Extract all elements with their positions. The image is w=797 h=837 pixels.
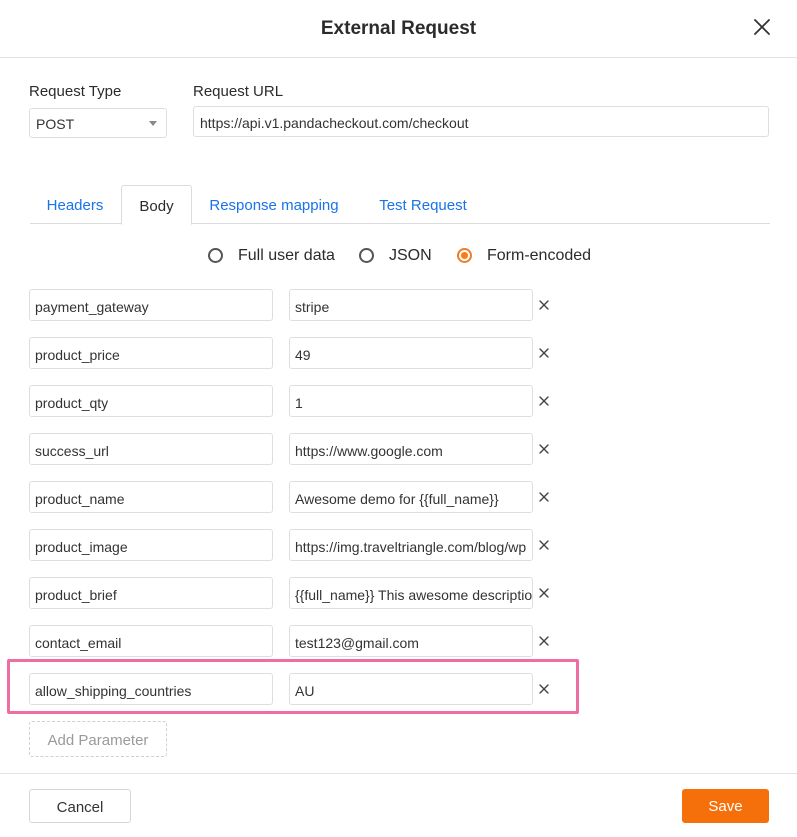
param-key-input[interactable]: allow_shipping_countries [29, 673, 273, 705]
dialog-footer: Cancel Save [0, 773, 797, 837]
request-url-label: Request URL [193, 83, 284, 100]
param-row: product_brief {{full_name}} This awesome… [0, 577, 797, 609]
remove-param-button[interactable] [537, 442, 551, 456]
param-row: product_name Awesome demo for {{full_nam… [0, 481, 797, 513]
remove-param-button[interactable] [537, 634, 551, 648]
request-type-value: POST [36, 116, 75, 132]
body-format-options: Full user data JSON Form-encoded [0, 246, 797, 268]
remove-param-button[interactable] [537, 394, 551, 408]
param-row: product_price 49 [0, 337, 797, 369]
param-key-input[interactable]: payment_gateway [29, 289, 273, 321]
param-key-input[interactable]: product_name [29, 481, 273, 513]
tab-bar: Headers Body Response mapping Test Reque… [30, 185, 770, 225]
param-row: success_url https://www.google.com [0, 433, 797, 465]
param-value-input[interactable]: stripe [289, 289, 533, 321]
param-value-input[interactable]: 1 [289, 385, 533, 417]
param-value-input[interactable]: {{full_name}} This awesome descriptio [289, 577, 533, 609]
close-icon [539, 444, 549, 454]
close-icon [539, 348, 549, 358]
close-icon [539, 492, 549, 502]
param-value-input[interactable]: https://www.google.com [289, 433, 533, 465]
close-button[interactable] [749, 14, 775, 40]
radio-json[interactable] [359, 248, 374, 263]
remove-param-button[interactable] [537, 298, 551, 312]
remove-param-button[interactable] [537, 538, 551, 552]
radio-label-form-encoded: Form-encoded [487, 247, 592, 264]
close-icon [539, 540, 549, 550]
close-icon [754, 19, 770, 35]
tab-test-request[interactable]: Test Request [364, 185, 482, 224]
param-value-input[interactable]: test123@gmail.com [289, 625, 533, 657]
radio-form-encoded[interactable] [457, 248, 472, 263]
remove-param-button[interactable] [537, 490, 551, 504]
close-icon [539, 684, 549, 694]
param-row: product_image https://img.traveltriangle… [0, 529, 797, 561]
param-row: contact_email test123@gmail.com [0, 625, 797, 657]
close-icon [539, 300, 549, 310]
close-icon [539, 396, 549, 406]
remove-param-button[interactable] [537, 586, 551, 600]
param-row: product_qty 1 [0, 385, 797, 417]
param-row: payment_gateway stripe [0, 289, 797, 321]
tab-headers[interactable]: Headers [30, 185, 120, 224]
param-row-highlighted: allow_shipping_countries AU [0, 673, 797, 705]
external-request-dialog: External Request Request Type Request UR… [0, 0, 797, 837]
close-icon [539, 636, 549, 646]
tab-body[interactable]: Body [121, 185, 192, 225]
param-key-input[interactable]: contact_email [29, 625, 273, 657]
dialog-header: External Request [0, 0, 797, 58]
param-value-input[interactable]: https://img.traveltriangle.com/blog/wp [289, 529, 533, 561]
radio-full-user-data[interactable] [208, 248, 223, 263]
cancel-button[interactable]: Cancel [29, 789, 131, 823]
param-value-input[interactable]: 49 [289, 337, 533, 369]
tab-response-mapping[interactable]: Response mapping [198, 185, 350, 224]
param-key-input[interactable]: product_image [29, 529, 273, 561]
param-key-input[interactable]: product_brief [29, 577, 273, 609]
add-parameter-button[interactable]: Add Parameter [29, 721, 167, 757]
radio-label-full-user-data: Full user data [238, 247, 335, 264]
param-key-input[interactable]: product_qty [29, 385, 273, 417]
chevron-down-icon [149, 121, 157, 126]
param-key-input[interactable]: success_url [29, 433, 273, 465]
request-url-input[interactable]: https://api.v1.pandacheckout.com/checkou… [193, 106, 769, 137]
param-value-input[interactable]: AU [289, 673, 533, 705]
remove-param-button[interactable] [537, 682, 551, 696]
remove-param-button[interactable] [537, 346, 551, 360]
request-type-select[interactable]: POST [29, 108, 167, 138]
radio-label-json: JSON [389, 247, 432, 264]
param-value-input[interactable]: Awesome demo for {{full_name}} [289, 481, 533, 513]
save-button[interactable]: Save [682, 789, 769, 823]
dialog-title: External Request [320, 18, 477, 39]
request-type-label: Request Type [29, 83, 122, 100]
close-icon [539, 588, 549, 598]
param-key-input[interactable]: product_price [29, 337, 273, 369]
